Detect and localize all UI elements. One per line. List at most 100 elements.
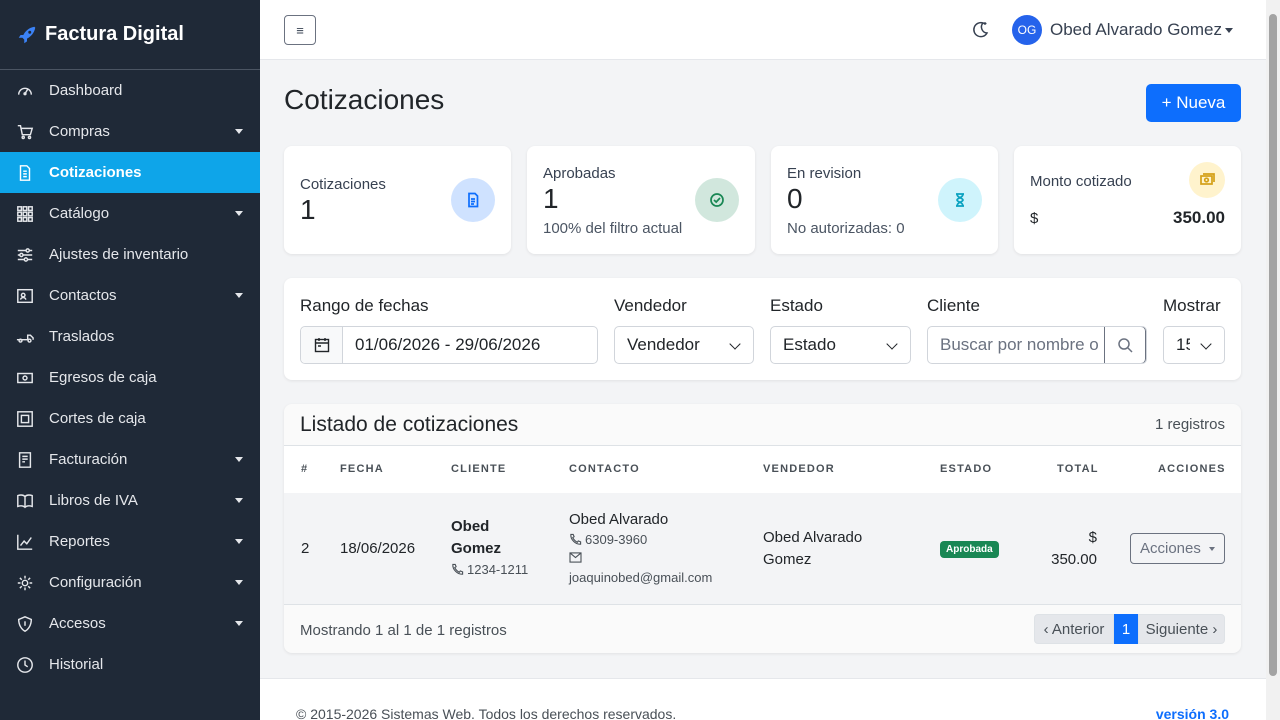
- document-icon: [451, 178, 495, 222]
- sidebar-item-cortes-caja[interactable]: Cortes de caja: [0, 398, 260, 439]
- sidebar-item-label: Catálogo: [49, 205, 110, 222]
- version-link[interactable]: versión 3.0: [1156, 706, 1229, 720]
- sidebar-item-historial[interactable]: Historial: [0, 644, 260, 685]
- sidebar-item-label: Reportes: [49, 533, 110, 550]
- sidebar-item-contactos[interactable]: Contactos: [0, 275, 260, 316]
- page-scrollbar[interactable]: [1266, 0, 1280, 720]
- previous-page-button[interactable]: ‹ Anterior: [1034, 614, 1114, 644]
- chart-line-icon: [16, 533, 34, 551]
- scrollbar-thumb[interactable]: [1269, 14, 1277, 676]
- dashboard-icon: [16, 82, 34, 100]
- client-search-input[interactable]: Buscar por nombre o: [928, 335, 1106, 355]
- stat-subtext: No autorizadas: 0: [787, 220, 905, 237]
- contact-phone: 6309-3960: [585, 532, 648, 547]
- receipt-icon: [16, 451, 34, 469]
- brand-name: Factura Digital: [45, 23, 184, 45]
- column-header: ACCIONES: [1158, 463, 1226, 475]
- chevron-down-icon: [235, 293, 243, 298]
- chevron-down-icon: [235, 457, 243, 462]
- grid-icon: [16, 205, 34, 223]
- contact-email: joaquinobed@gmail.com: [569, 570, 713, 585]
- currency-symbol: $: [1030, 210, 1039, 227]
- date-range-label: Rango de fechas: [300, 296, 429, 315]
- stat-value: 350.00: [1173, 208, 1225, 227]
- total-currency: $: [1088, 529, 1097, 546]
- sidebar-item-configuracion[interactable]: Configuración: [0, 562, 260, 603]
- search-button[interactable]: [1104, 327, 1146, 363]
- avatar[interactable]: OG: [1012, 15, 1042, 45]
- stat-subtext: 100% del filtro actual: [543, 220, 683, 237]
- sidebar: Factura Digital Dashboard Compras Cotiza…: [0, 0, 260, 720]
- sidebar-item-label: Dashboard: [49, 82, 123, 99]
- sliders-icon: [16, 246, 34, 264]
- chevron-down-icon: [235, 498, 243, 503]
- client-phone: 1234-1211: [467, 562, 529, 577]
- page-size-select[interactable]: 15: [1163, 326, 1225, 364]
- stat-value: 0: [787, 183, 803, 214]
- cart-icon: [16, 123, 34, 141]
- sidebar-item-catalogo[interactable]: Catálogo: [0, 193, 260, 234]
- sidebar-item-accesos[interactable]: Accesos: [0, 603, 260, 644]
- client-label: Cliente: [927, 296, 980, 315]
- status-select[interactable]: Estado: [770, 326, 911, 364]
- user-menu[interactable]: Obed Alvarado Gomez: [1050, 20, 1222, 40]
- column-header: CONTACTO: [569, 463, 640, 475]
- row-date: 18/06/2026: [340, 540, 416, 557]
- clock-icon: [16, 656, 34, 674]
- new-quote-button[interactable]: + Nueva: [1146, 84, 1241, 122]
- shield-icon: [16, 615, 34, 633]
- brand[interactable]: Factura Digital: [0, 0, 260, 70]
- sidebar-item-label: Compras: [49, 123, 110, 140]
- sidebar-item-label: Ajustes de inventario: [49, 246, 189, 263]
- page-1-button[interactable]: 1: [1114, 614, 1138, 644]
- sidebar-item-egresos-caja[interactable]: Egresos de caja: [0, 357, 260, 398]
- client-phone-row: 1234-1211: [451, 562, 528, 577]
- next-page-button[interactable]: Siguiente ›: [1138, 614, 1225, 644]
- sidebar-item-libros-iva[interactable]: Libros de IVA: [0, 480, 260, 521]
- column-header: CLIENTE: [451, 463, 507, 475]
- copyright-text: © 2015-2026 Sistemas Web. Todos los dere…: [296, 706, 677, 720]
- calendar-icon[interactable]: [301, 327, 343, 363]
- seller-label: Vendedor: [614, 296, 687, 315]
- stat-label: Aprobadas: [543, 165, 616, 182]
- sidebar-nav: Dashboard Compras Cotizaciones Catálogo …: [0, 70, 260, 685]
- stat-label: Monto cotizado: [1030, 173, 1132, 190]
- client-name: Obed: [451, 518, 490, 535]
- quotes-table-card: Listado de cotizaciones 1 registros # FE…: [284, 404, 1241, 653]
- seller-name: Obed Alvarado: [763, 529, 863, 546]
- check-circle-icon: [695, 178, 739, 222]
- actions-dropdown-button[interactable]: Acciones: [1130, 533, 1225, 564]
- moon-icon[interactable]: [970, 20, 990, 40]
- sidebar-item-label: Historial: [49, 656, 104, 673]
- sidebar-item-label: Facturación: [49, 451, 128, 468]
- stat-card-monto: Monto cotizado $ 350.00: [1014, 146, 1241, 254]
- gear-icon: [16, 574, 34, 592]
- pagination-summary: Mostrando 1 al 1 de 1 registros: [300, 622, 507, 639]
- status-label: Estado: [770, 296, 823, 315]
- page-title: Cotizaciones: [284, 84, 445, 115]
- sidebar-item-traslados[interactable]: Traslados: [0, 316, 260, 357]
- row-number: 2: [301, 540, 310, 557]
- sidebar-item-reportes[interactable]: Reportes: [0, 521, 260, 562]
- sidebar-item-label: Accesos: [49, 615, 106, 632]
- seller-select[interactable]: Vendedor: [614, 326, 754, 364]
- stat-value: 1: [543, 183, 559, 214]
- column-header: ESTADO: [940, 463, 993, 475]
- sidebar-item-compras[interactable]: Compras: [0, 111, 260, 152]
- date-range-field[interactable]: 01/06/2026 - 29/06/2026: [300, 326, 598, 364]
- table-title: Listado de cotizaciones: [300, 413, 519, 436]
- client-search-group: Buscar por nombre o: [927, 326, 1147, 364]
- chevron-down-icon: [1200, 338, 1212, 350]
- sidebar-item-label: Traslados: [49, 328, 115, 345]
- stat-card-cotizaciones: Cotizaciones 1: [284, 146, 511, 254]
- sidebar-item-label: Cortes de caja: [49, 410, 146, 427]
- cash-icon: [16, 369, 34, 387]
- sidebar-item-ajustes-inventario[interactable]: Ajustes de inventario: [0, 234, 260, 275]
- phone-icon: [452, 563, 464, 575]
- chevron-down-icon: [1225, 28, 1233, 33]
- sidebar-item-facturacion[interactable]: Facturación: [0, 439, 260, 480]
- sidebar-item-cotizaciones[interactable]: Cotizaciones: [0, 152, 260, 193]
- menu-toggle-button[interactable]: ≡: [284, 15, 316, 45]
- column-header: FECHA: [340, 463, 384, 475]
- sidebar-item-dashboard[interactable]: Dashboard: [0, 70, 260, 111]
